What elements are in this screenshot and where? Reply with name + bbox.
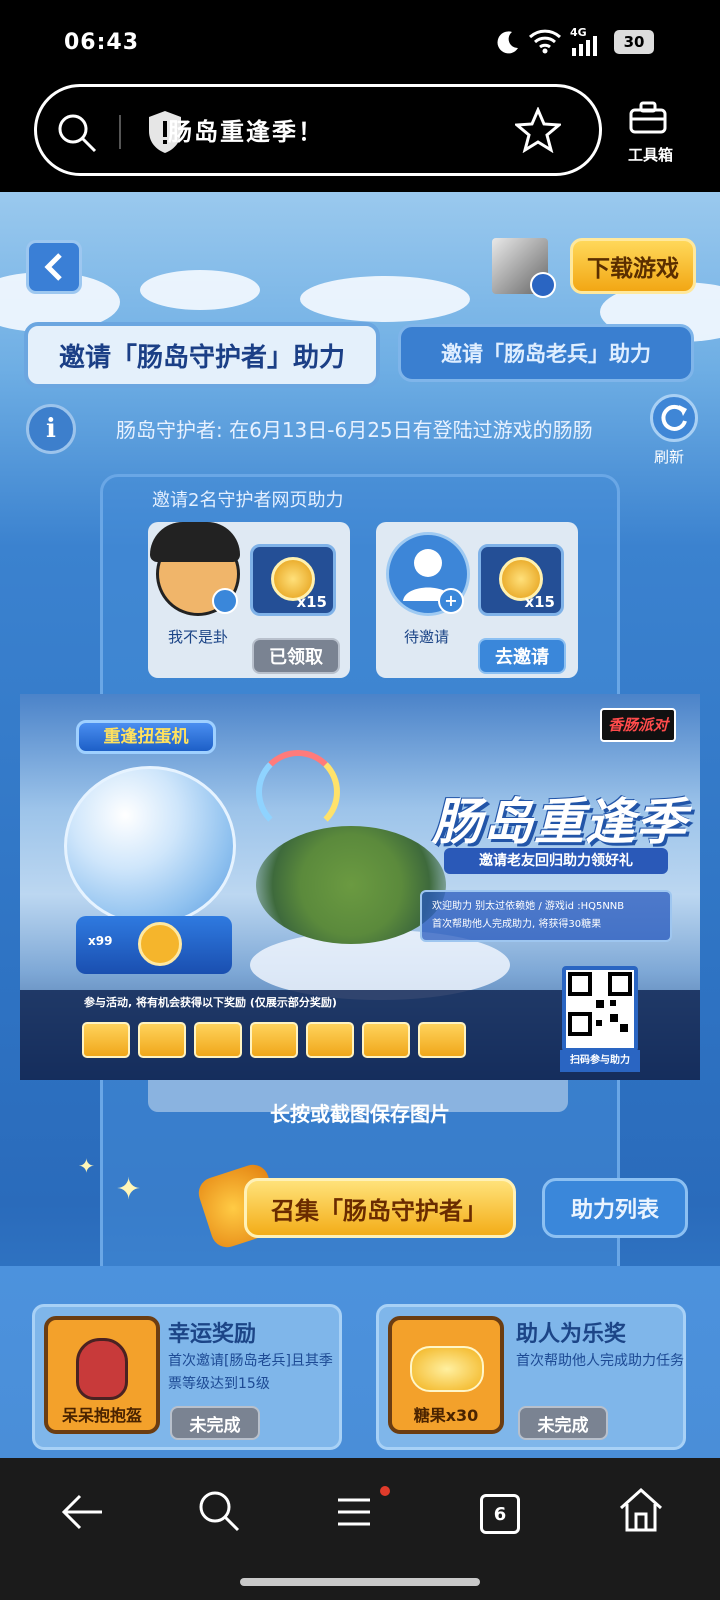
clock: 06:43 xyxy=(64,30,140,55)
helper-reward-desc: 首次帮助他人完成助力任务 xyxy=(516,1353,684,1369)
island-map xyxy=(256,826,446,944)
toolbox-icon[interactable] xyxy=(628,100,668,136)
search-icon[interactable] xyxy=(196,1488,242,1534)
prize-label: 呆呆抱抱盔 xyxy=(61,1406,142,1425)
gacha-base: x99 xyxy=(76,916,232,974)
pending-label: 待邀请 xyxy=(404,628,450,646)
moon-icon xyxy=(497,31,518,54)
star-icon[interactable] xyxy=(515,107,561,153)
wifi-icon xyxy=(528,29,562,54)
battery-icon: 30 xyxy=(614,30,654,54)
game-logo: 香肠派对 xyxy=(600,708,676,742)
switch-account-icon[interactable] xyxy=(530,272,556,298)
save-image-hint: 长按或截图保存图片 xyxy=(270,1102,450,1126)
share-poster[interactable]: 重逢扭蛋机 x99 香肠派对 肠岛重逢季 邀请老友回归助力领好礼 欢迎助力 别太… xyxy=(20,694,700,1080)
menu-icon[interactable] xyxy=(336,1492,376,1532)
add-icon: + xyxy=(438,588,464,614)
back-arrow-icon[interactable] xyxy=(58,1490,106,1534)
reward-box: x15 xyxy=(250,544,336,616)
search-icon[interactable] xyxy=(55,111,99,155)
refresh-icon xyxy=(661,404,687,431)
reward-item-icon xyxy=(362,1022,410,1058)
reward-item-icon xyxy=(194,1022,242,1058)
signal-icon xyxy=(572,36,597,56)
rainbow xyxy=(256,750,340,834)
home-icon[interactable] xyxy=(618,1486,664,1534)
check-icon xyxy=(212,588,238,614)
sparkle-icon: ✦ xyxy=(116,1172,142,1207)
prize-label: 糖果x30 xyxy=(413,1406,479,1425)
invite-button[interactable]: 去邀请 xyxy=(478,638,566,674)
poster-info-line1: 欢迎助力 别太过依赖她 / 游戏id :HQ5NNB xyxy=(432,901,625,912)
poster-info: 欢迎助力 别太过依赖她 / 游戏id :HQ5NNB 首次帮助他人完成助力, 将… xyxy=(420,890,672,942)
friend-name: 我不是卦 xyxy=(168,628,229,646)
reward-count: x15 xyxy=(524,593,555,611)
reward-item-icon xyxy=(138,1022,186,1058)
qr-label: 扫码参与助力 xyxy=(560,1050,640,1072)
qr-code xyxy=(562,966,638,1052)
divider xyxy=(119,115,121,149)
reward-item-icon xyxy=(418,1022,466,1058)
poster-title: 肠岛重逢季 xyxy=(432,793,687,851)
download-game-button[interactable]: 下载游戏 xyxy=(570,238,696,294)
battery-level: 30 xyxy=(623,33,645,51)
tab-guardian[interactable]: 邀请「肠岛守护者」助力 xyxy=(24,322,380,388)
status-button[interactable]: 未完成 xyxy=(170,1406,260,1440)
reward-item-icon xyxy=(250,1022,298,1058)
gacha-machine xyxy=(64,766,236,926)
lucky-reward-desc: 首次邀请[肠岛老兵]且其季票等级达到15级 xyxy=(168,1353,333,1392)
reward-box: x15 xyxy=(478,544,564,616)
reward-item-icon xyxy=(306,1022,354,1058)
info-icon[interactable]: i xyxy=(26,404,76,454)
poster-info-line2: 首次帮助他人完成助力, 将获得30糖果 xyxy=(432,919,602,930)
friend-avatar-hair xyxy=(150,522,240,562)
notification-dot xyxy=(380,1486,390,1496)
gacha-title: 重逢扭蛋机 xyxy=(76,720,216,754)
toolbox-label[interactable]: 工具箱 xyxy=(628,144,673,165)
tabs-button[interactable]: 6 xyxy=(480,1494,520,1534)
refresh-button[interactable] xyxy=(650,394,698,442)
chevron-left-icon xyxy=(44,253,62,281)
lucky-reward-title: 幸运奖励 xyxy=(168,1322,257,1347)
gacha-counter: x99 xyxy=(88,934,113,948)
back-button[interactable] xyxy=(26,240,82,294)
qr-pattern xyxy=(568,972,632,1036)
browser-nav-bar: 6 xyxy=(0,1458,720,1600)
invite-card-title: 邀请2名守护者网页助力 xyxy=(152,490,344,511)
tab-veteran[interactable]: 邀请「肠岛老兵」助力 xyxy=(398,324,694,382)
cloud xyxy=(140,270,260,310)
helmet-icon xyxy=(76,1338,128,1400)
helper-reward-title: 助人为乐奖 xyxy=(516,1322,627,1347)
refresh-label[interactable]: 刷新 xyxy=(654,446,684,467)
address-text[interactable]: 肠岛重逢季！ xyxy=(168,112,324,147)
sparkle-icon: ✦ xyxy=(78,1154,95,1178)
rewards-note: 参与活动, 将有机会获得以下奖励 (仅展示部分奖励) xyxy=(84,996,337,1009)
guardian-definition: 肠岛守护者: 在6月13日-6月25日有登陆过游戏的肠肠 xyxy=(116,418,593,442)
browser-toolbar: 肠岛重逢季！ 工具箱 xyxy=(0,82,720,192)
help-list-button[interactable]: 助力列表 xyxy=(542,1178,688,1238)
cloud xyxy=(300,276,470,322)
reward-count: x15 xyxy=(296,593,327,611)
gather-guardians-button[interactable]: 召集「肠岛守护者」 xyxy=(244,1178,516,1238)
reward-item-icon xyxy=(82,1022,130,1058)
status-bar: 06:43 4G 30 xyxy=(0,0,720,82)
home-indicator[interactable] xyxy=(240,1578,480,1586)
poster-subtitle: 邀请老友回归助力领好礼 xyxy=(444,848,668,874)
candy-icon xyxy=(410,1346,484,1392)
gacha-knob xyxy=(138,922,182,966)
status-button[interactable]: 未完成 xyxy=(518,1406,608,1440)
claimed-button[interactable]: 已领取 xyxy=(252,638,340,674)
